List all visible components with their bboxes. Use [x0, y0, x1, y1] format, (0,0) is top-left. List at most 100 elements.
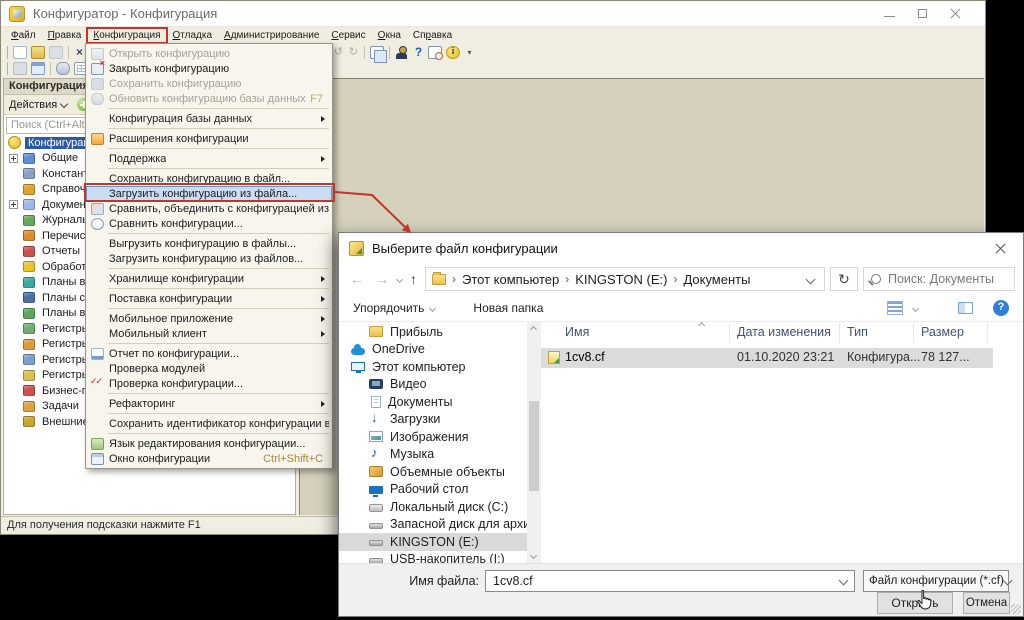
view-list-icon[interactable]: [887, 301, 903, 315]
nav-item[interactable]: Запасной диск для архива: [339, 516, 527, 534]
menu-item[interactable]: Сравнить конфигурации...: [86, 216, 332, 231]
menu-item[interactable]: Мобильное приложение: [86, 311, 332, 326]
new-folder-button[interactable]: Новая папка: [473, 301, 543, 315]
nav-item[interactable]: OneDrive: [339, 341, 527, 359]
menu-item[interactable]: Хранилище конфигурации: [86, 271, 332, 286]
menu-item[interactable]: Закрыть конфигурацию: [86, 61, 332, 76]
filetype-select[interactable]: Файл конфигурации (*.cf): [863, 570, 1009, 592]
config-tool-icon[interactable]: [13, 62, 27, 75]
menu-item[interactable]: Загрузить конфигурацию из файлов...: [86, 251, 332, 266]
menu-item[interactable]: Сохранить конфигурацию: [86, 76, 332, 91]
help-question-icon[interactable]: ?: [411, 46, 426, 59]
filename-input[interactable]: 1cv8.cf: [485, 570, 855, 592]
nav-scrollbar[interactable]: [527, 321, 541, 564]
breadcrumb-kingston[interactable]: KINGSTON (E:): [575, 272, 667, 287]
info-icon[interactable]: [446, 46, 460, 59]
scroll-down-icon[interactable]: [530, 552, 537, 559]
menu-item[interactable]: Проверка конфигурации...: [86, 376, 332, 391]
breadcrumb-this-pc[interactable]: Этот компьютер: [462, 272, 559, 287]
menu-item[interactable]: Выгрузить конфигурацию в файлы...: [86, 236, 332, 251]
menubar-item[interactable]: Конфигурация: [87, 28, 166, 43]
menu-item[interactable]: Окно конфигурацииCtrl+Shift+C: [86, 451, 332, 466]
menubar-item[interactable]: Сервис: [325, 28, 371, 43]
menu-item[interactable]: Открыть конфигурацию: [86, 46, 332, 61]
breadcrumb-documents[interactable]: Документы: [683, 272, 750, 287]
column-divider[interactable]: [839, 323, 840, 343]
actions-button[interactable]: Действия: [9, 99, 57, 111]
menubar-item[interactable]: Отладка: [167, 28, 219, 43]
history-chevron-icon[interactable]: [396, 275, 403, 282]
forward-icon[interactable]: →: [372, 272, 392, 286]
organize-dropdown-icon[interactable]: [429, 304, 436, 311]
cancel-button[interactable]: Отмена: [963, 592, 1010, 614]
nav-item[interactable]: USB-накопитель (I:): [339, 551, 527, 565]
breadcrumb[interactable]: › Этот компьютер › KINGSTON (E:) › Докум…: [425, 267, 825, 291]
nav-item[interactable]: Объемные объекты: [339, 463, 527, 481]
close-icon[interactable]: [950, 8, 961, 19]
resize-grip-icon[interactable]: [1011, 604, 1021, 614]
help-icon[interactable]: [993, 300, 1009, 316]
menubar-item[interactable]: Файл: [5, 28, 42, 43]
organize-button[interactable]: Упорядочить: [353, 301, 424, 315]
nav-item[interactable]: Видео: [339, 376, 527, 394]
scrollbar-thumb[interactable]: [529, 401, 539, 491]
column-divider[interactable]: [987, 323, 988, 343]
menu-item[interactable]: Поставка конфигурации: [86, 291, 332, 306]
breadcrumb-dropdown-icon[interactable]: [806, 274, 816, 284]
expand-icon[interactable]: [9, 154, 18, 163]
menubar-item[interactable]: Окна: [372, 28, 407, 43]
view-dropdown-icon[interactable]: [912, 304, 919, 311]
find-in-document-icon[interactable]: [428, 46, 442, 59]
dialog-close-icon[interactable]: [987, 235, 1013, 261]
menubar-item[interactable]: Справка: [407, 28, 458, 43]
filename-dropdown-icon[interactable]: [839, 575, 849, 585]
nav-item[interactable]: Прибыль: [339, 323, 527, 341]
save-icon[interactable]: [49, 46, 63, 59]
menu-item[interactable]: Расширения конфигурации: [86, 131, 332, 146]
syntax-check-icon[interactable]: [395, 46, 409, 59]
toolbar-overflow-icon[interactable]: ▾: [462, 46, 477, 59]
file-row[interactable]: 1cv8.cf 01.10.2020 23:21 Конфигура... 78…: [541, 348, 993, 368]
menu-item[interactable]: Обновить конфигурацию базы данныхF7: [86, 91, 332, 106]
column-name[interactable]: Имя: [565, 325, 589, 339]
nav-item[interactable]: Изображения: [339, 428, 527, 446]
column-size[interactable]: Размер: [921, 325, 964, 339]
menu-item[interactable]: Конфигурация базы данных: [86, 111, 332, 126]
nav-item[interactable]: Рабочий стол: [339, 481, 527, 499]
column-date[interactable]: Дата изменения: [737, 325, 831, 339]
toolbar-grip[interactable]: [3, 62, 8, 75]
undo-icon[interactable]: ↺: [331, 46, 346, 59]
menu-item[interactable]: Отчет по конфигурации...: [86, 346, 332, 361]
back-icon[interactable]: ←: [347, 272, 367, 286]
new-document-icon[interactable]: [13, 46, 27, 59]
nav-item[interactable]: Документы: [339, 393, 527, 411]
menu-item[interactable]: Мобильный клиент: [86, 326, 332, 341]
minimize-icon[interactable]: [884, 8, 895, 19]
menu-item[interactable]: Сравнить, объединить с конфигурацией из …: [86, 201, 332, 216]
copy-icon[interactable]: [370, 46, 384, 59]
up-icon[interactable]: ↑: [407, 272, 420, 286]
nav-item[interactable]: Загрузки: [339, 411, 527, 429]
sort-ascending-icon[interactable]: [698, 322, 705, 329]
menu-item[interactable]: Загрузить конфигурацию из файла...: [86, 186, 332, 201]
preview-pane-icon[interactable]: [958, 302, 973, 314]
column-divider[interactable]: [913, 323, 914, 343]
menu-item[interactable]: Сохранить конфигурацию в файл...: [86, 171, 332, 186]
menu-item[interactable]: Рефакторинг: [86, 396, 332, 411]
menu-item[interactable]: Проверка модулей: [86, 361, 332, 376]
menu-item[interactable]: Сохранить идентификатор конфигурации в ф…: [86, 416, 332, 431]
redo-icon[interactable]: ↻: [346, 46, 361, 59]
dialog-search-input[interactable]: Поиск: Документы: [863, 267, 1015, 291]
refresh-button[interactable]: ↻: [830, 267, 858, 291]
column-divider[interactable]: [729, 323, 730, 343]
database-icon[interactable]: [56, 62, 70, 75]
scroll-up-icon[interactable]: [530, 326, 537, 333]
menu-item[interactable]: Поддержка: [86, 151, 332, 166]
nav-item[interactable]: Музыка: [339, 446, 527, 464]
expand-icon[interactable]: [9, 200, 18, 209]
config-window-icon[interactable]: [31, 62, 45, 75]
open-icon[interactable]: [31, 46, 45, 59]
menubar-item[interactable]: Администрирование: [218, 28, 325, 43]
menubar-item[interactable]: Правка: [42, 28, 88, 43]
menu-item[interactable]: Язык редактирования конфигурации...: [86, 436, 332, 451]
